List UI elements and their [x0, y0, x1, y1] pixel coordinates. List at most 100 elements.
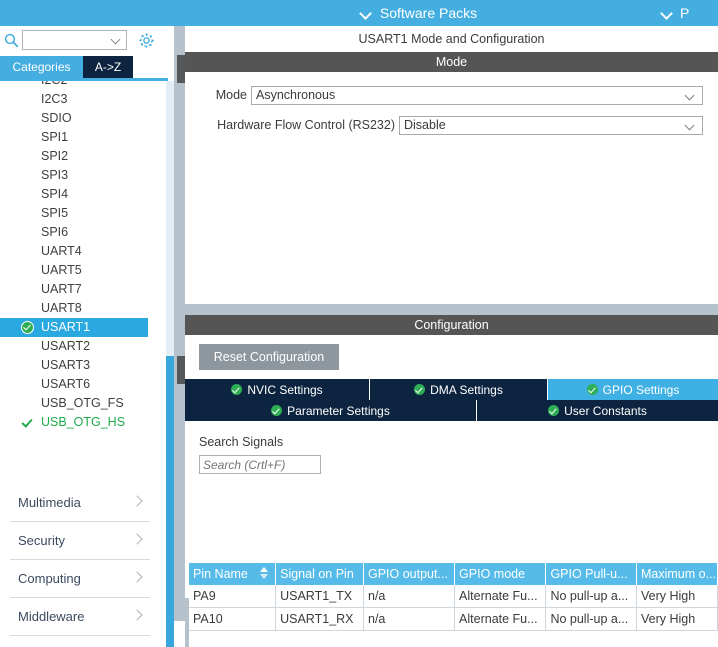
sidebar-scrollbar-thumb[interactable]: [166, 356, 174, 647]
list-item-label: UART7: [41, 282, 82, 296]
list-item[interactable]: SPI3: [0, 166, 166, 185]
list-item[interactable]: SPI4: [0, 185, 166, 204]
tab-user-constants-label: User Constants: [564, 404, 647, 418]
list-item-label: SPI1: [41, 130, 68, 144]
column-header-pin-name-label: Pin Name: [193, 567, 248, 581]
reset-configuration-button[interactable]: Reset Configuration: [199, 344, 339, 370]
menu-item-pinout-label: P: [680, 5, 689, 21]
list-item[interactable]: SPI5: [0, 204, 166, 223]
table-row[interactable]: PA10 USART1_RX n/a Alternate Fu... No pu…: [189, 608, 718, 631]
list-item-label: UART8: [41, 301, 82, 315]
top-bar-left-spacer: [0, 0, 186, 26]
column-header-gpio-output[interactable]: GPIO output...: [364, 563, 455, 585]
column-header-pin-name[interactable]: Pin Name: [189, 563, 276, 585]
list-item[interactable]: I2C3: [0, 90, 166, 109]
column-header-gpio-pull-up[interactable]: GPIO Pull-u...: [546, 563, 637, 585]
check-circle-icon: [21, 321, 34, 334]
list-item[interactable]: UART7: [0, 280, 166, 299]
tab-user-constants[interactable]: User Constants: [477, 400, 718, 421]
list-item-label: USART3: [41, 358, 90, 372]
chevron-right-icon: [132, 534, 142, 544]
divider: [10, 635, 150, 636]
configuration-tabs-row-1: NVIC Settings DMA Settings GPIO Settings: [185, 379, 718, 400]
list-item[interactable]: SPI2: [0, 147, 166, 166]
tab-nvic-settings[interactable]: NVIC Settings: [185, 379, 370, 400]
list-item-label: UART4: [41, 244, 82, 258]
chevron-down-icon: [111, 36, 122, 44]
cell-signal-on-pin: USART1_TX: [276, 585, 364, 608]
sidebar-item-security-label: Security: [18, 533, 65, 548]
sidebar-tab-categories-label: Categories: [12, 60, 70, 74]
panel-splitter[interactable]: [174, 26, 185, 621]
list-item-label: USB_OTG_FS: [41, 396, 124, 410]
splitter-grip-upper[interactable]: [177, 55, 185, 83]
sidebar-item-multimedia[interactable]: Multimedia: [0, 484, 166, 522]
splitter-grip-lower[interactable]: [177, 356, 185, 384]
peripheral-list[interactable]: I2C2 I2C3 SDIO SPI1 SPI2 SPI3 SPI4 SPI5 …: [0, 81, 166, 479]
cell-gpio-pull-up: No pull-up a...: [546, 585, 637, 608]
sidebar-item-security[interactable]: Security: [0, 522, 166, 560]
tab-dma-settings-label: DMA Settings: [430, 383, 503, 397]
tab-gpio-settings[interactable]: GPIO Settings: [548, 379, 718, 400]
sidebar-tabs-filler: [133, 56, 174, 78]
tab-dma-settings[interactable]: DMA Settings: [370, 379, 548, 400]
cell-maximum-output: Very High: [636, 608, 717, 631]
check-circle-icon: [548, 405, 559, 416]
list-item-label: I2C2: [41, 81, 67, 87]
sidebar-tab-a-to-z[interactable]: A->Z: [83, 56, 133, 78]
category-group-list: Multimedia Security Computing Middleware: [0, 484, 166, 636]
sidebar-tab-a-to-z-label: A->Z: [95, 60, 121, 74]
check-circle-icon: [587, 384, 598, 395]
sidebar-filter-combo[interactable]: [22, 30, 127, 50]
sidebar-item-computing-label: Computing: [18, 571, 81, 586]
list-item[interactable]: I2C2: [0, 81, 166, 90]
check-circle-icon: [414, 384, 425, 395]
list-item-label: SDIO: [41, 111, 72, 125]
section-divider[interactable]: [185, 304, 718, 315]
sidebar-item-computing[interactable]: Computing: [0, 560, 166, 598]
column-header-gpio-mode-label: GPIO mode: [459, 567, 525, 581]
mode-field-row: Mode Asynchronous: [185, 82, 718, 108]
mode-select[interactable]: Asynchronous: [251, 86, 703, 105]
column-header-gpio-mode[interactable]: GPIO mode: [455, 563, 546, 585]
tab-parameter-settings[interactable]: Parameter Settings: [185, 400, 477, 421]
list-item[interactable]: UART4: [0, 242, 166, 261]
list-item[interactable]: USART6: [0, 375, 166, 394]
search-signals-input[interactable]: [199, 455, 321, 474]
menu-item-software-packs[interactable]: Software Packs: [186, 5, 652, 21]
list-item[interactable]: UART5: [0, 261, 166, 280]
sidebar-scrollbar[interactable]: [166, 81, 174, 647]
list-item[interactable]: SPI6: [0, 223, 166, 242]
reset-configuration-row: Reset Configuration: [185, 335, 718, 379]
sidebar-item-usart1[interactable]: USART1: [0, 318, 148, 337]
flow-control-select[interactable]: Disable: [399, 116, 703, 135]
column-header-signal-on-pin[interactable]: Signal on Pin: [276, 563, 364, 585]
list-item[interactable]: USART2: [0, 337, 166, 356]
mode-section-header: Mode: [185, 52, 718, 72]
list-item[interactable]: USART3: [0, 356, 166, 375]
tab-gpio-settings-label: GPIO Settings: [603, 383, 680, 397]
mode-select-value: Asynchronous: [252, 88, 335, 102]
column-header-gpio-output-label: GPIO output...: [368, 567, 448, 581]
list-item[interactable]: SDIO: [0, 109, 166, 128]
list-item[interactable]: USB_OTG_FS: [0, 394, 166, 413]
table-header-row: Pin Name Signal on Pin GPIO output... GP…: [189, 563, 718, 585]
table-row[interactable]: PA9 USART1_TX n/a Alternate Fu... No pul…: [189, 585, 718, 608]
list-item-label: SPI4: [41, 187, 68, 201]
list-item[interactable]: SPI1: [0, 128, 166, 147]
menu-item-pinout[interactable]: P: [652, 5, 718, 21]
list-item-label: USB_OTG_HS: [41, 415, 125, 429]
sidebar-tab-categories[interactable]: Categories: [0, 56, 83, 78]
chevron-down-icon: [685, 122, 696, 130]
gear-icon[interactable]: [136, 30, 156, 50]
list-item[interactable]: UART8: [0, 299, 166, 318]
cell-gpio-mode: Alternate Fu...: [455, 585, 546, 608]
column-header-maximum-output[interactable]: Maximum o...: [636, 563, 717, 585]
mode-section-body: Mode Asynchronous Hardware Flow Control …: [185, 72, 718, 304]
sidebar-item-usb-otg-hs[interactable]: USB_OTG_HS: [0, 413, 166, 432]
mode-field-label: Mode: [185, 88, 251, 102]
chevron-down-icon: [361, 8, 372, 19]
search-signals-area: Search Signals: [185, 421, 718, 474]
list-item-label: SPI5: [41, 206, 68, 220]
sidebar-item-middleware[interactable]: Middleware: [0, 598, 166, 636]
